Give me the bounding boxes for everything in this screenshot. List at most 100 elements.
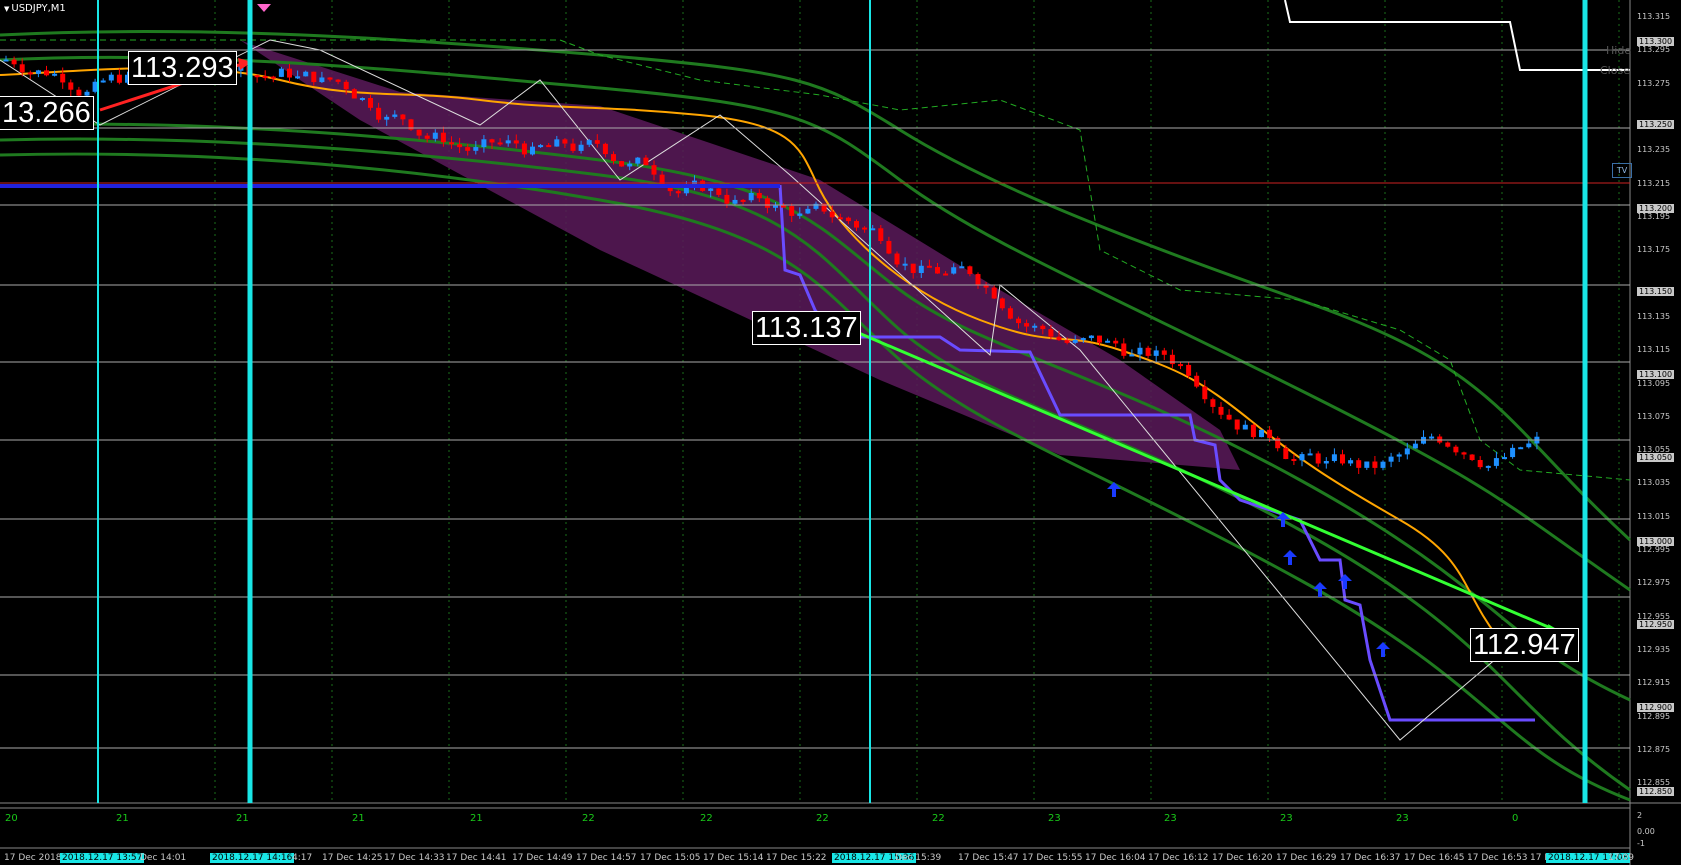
candle-body	[1348, 460, 1354, 464]
candle-body	[975, 274, 981, 286]
candle-body	[319, 77, 325, 83]
candle-body	[343, 81, 349, 90]
candle-body	[1088, 335, 1094, 339]
candle-body	[416, 129, 422, 136]
candle-body	[465, 147, 471, 151]
candle-body	[951, 267, 957, 274]
price-tick-label: 112.915	[1637, 678, 1671, 688]
time-tick-label: 17 Dec 15:22	[766, 853, 827, 863]
candle-body	[862, 227, 868, 230]
candle-body	[837, 217, 843, 220]
price-tick-label: 113.115	[1637, 345, 1671, 355]
candle-body	[84, 91, 90, 96]
candle-body	[910, 263, 916, 274]
candle-body	[1299, 454, 1305, 461]
candle-body	[991, 287, 997, 299]
candle-body	[570, 143, 576, 151]
candle-body	[1137, 347, 1143, 355]
signal-arrow-icon	[1376, 642, 1390, 657]
symbol-label[interactable]: ▼ USDJPY,M1	[4, 3, 66, 14]
price-tag-2: 113.293	[128, 51, 237, 85]
price-tick-label: 112.950	[1637, 620, 1675, 630]
close-button[interactable]: Close	[1600, 64, 1630, 77]
price-chart[interactable]	[0, 0, 1681, 865]
candle-body	[1024, 323, 1030, 327]
candle-body	[76, 89, 82, 96]
price-tick-label: 113.050	[1637, 453, 1675, 463]
candle-body	[1040, 325, 1046, 330]
candle-body	[1105, 340, 1111, 343]
candle-body	[60, 73, 66, 83]
candle-body	[1242, 424, 1248, 430]
candle-body	[1145, 347, 1151, 356]
candle-body	[303, 71, 309, 77]
candle-body	[270, 76, 276, 79]
candle-body	[1323, 460, 1329, 464]
candle-body	[359, 98, 365, 101]
price-tick-label: 112.875	[1637, 745, 1671, 755]
candle-body	[262, 76, 268, 79]
candle-body	[1202, 386, 1208, 400]
candle-body	[1315, 453, 1321, 464]
candle-body	[100, 80, 106, 83]
candle-body	[1129, 354, 1135, 357]
time-tick-label: 17 Dec 16:53	[1467, 853, 1528, 863]
candle-body	[1493, 458, 1499, 466]
candle-body	[1048, 329, 1054, 337]
sell-arrow-icon	[257, 4, 271, 12]
price-tick-label: 113.015	[1637, 511, 1671, 521]
day-label: 22	[816, 813, 829, 824]
candle-body	[327, 77, 333, 80]
candle-body	[1518, 447, 1524, 450]
candle-body	[773, 205, 778, 208]
time-tick-label: 17 Dec 16:12	[1148, 853, 1209, 863]
candle-body	[1526, 443, 1532, 448]
candle-body	[1186, 364, 1192, 376]
time-tick-label: 17 Dec 15:05	[640, 853, 701, 863]
candle-body	[3, 59, 9, 62]
candle-body	[1072, 339, 1078, 343]
candle-body	[918, 265, 924, 274]
candle-body	[578, 144, 584, 151]
candle-body	[1477, 460, 1483, 468]
candle-body	[449, 142, 454, 145]
day-label: 23	[1280, 813, 1293, 824]
day-label: 21	[116, 813, 129, 824]
candle-body	[384, 116, 390, 120]
tv-badge[interactable]: TV	[1612, 163, 1632, 178]
candle-body	[797, 213, 803, 216]
day-label: 23	[1164, 813, 1177, 824]
candle-body	[943, 273, 949, 276]
subwindow-axis-label: -1	[1637, 839, 1645, 848]
candle-body	[11, 59, 17, 65]
candle-body	[1016, 318, 1021, 324]
price-tick-label: 113.235	[1637, 145, 1671, 155]
candle-body	[489, 139, 495, 143]
candle-body	[1178, 364, 1183, 367]
candle-body	[295, 76, 301, 79]
subwindow-axis-label: 0.00	[1637, 827, 1655, 836]
candle-body	[1267, 429, 1273, 438]
candle-body	[554, 139, 560, 147]
day-label: 23	[1396, 813, 1409, 824]
candle-body	[52, 73, 58, 76]
day-label: 20	[5, 813, 18, 824]
dropdown-caret-icon[interactable]: ▼	[4, 5, 9, 13]
candle-body	[368, 98, 373, 108]
time-tick-label: Dec 14:01	[140, 853, 187, 863]
time-tick-label: 17 Dec 14:41	[446, 853, 507, 863]
candle-body	[1510, 447, 1516, 458]
price-tick-label: 112.995	[1637, 545, 1671, 555]
time-tick-label: 17 Dec 16:37	[1340, 853, 1401, 863]
candle-body	[724, 194, 730, 204]
candle-body	[764, 198, 770, 208]
candle-body	[1396, 454, 1402, 457]
candle-body	[708, 188, 714, 191]
time-tick-label: 2018.12.17 14:16	[210, 853, 295, 863]
candle-body	[1210, 399, 1216, 407]
candle-body	[1064, 340, 1070, 343]
day-label: 22	[700, 813, 713, 824]
candle-body	[1307, 453, 1313, 456]
hide-button[interactable]: Hide	[1606, 44, 1631, 57]
time-tick-label: 17 Dec 2018	[4, 853, 62, 863]
